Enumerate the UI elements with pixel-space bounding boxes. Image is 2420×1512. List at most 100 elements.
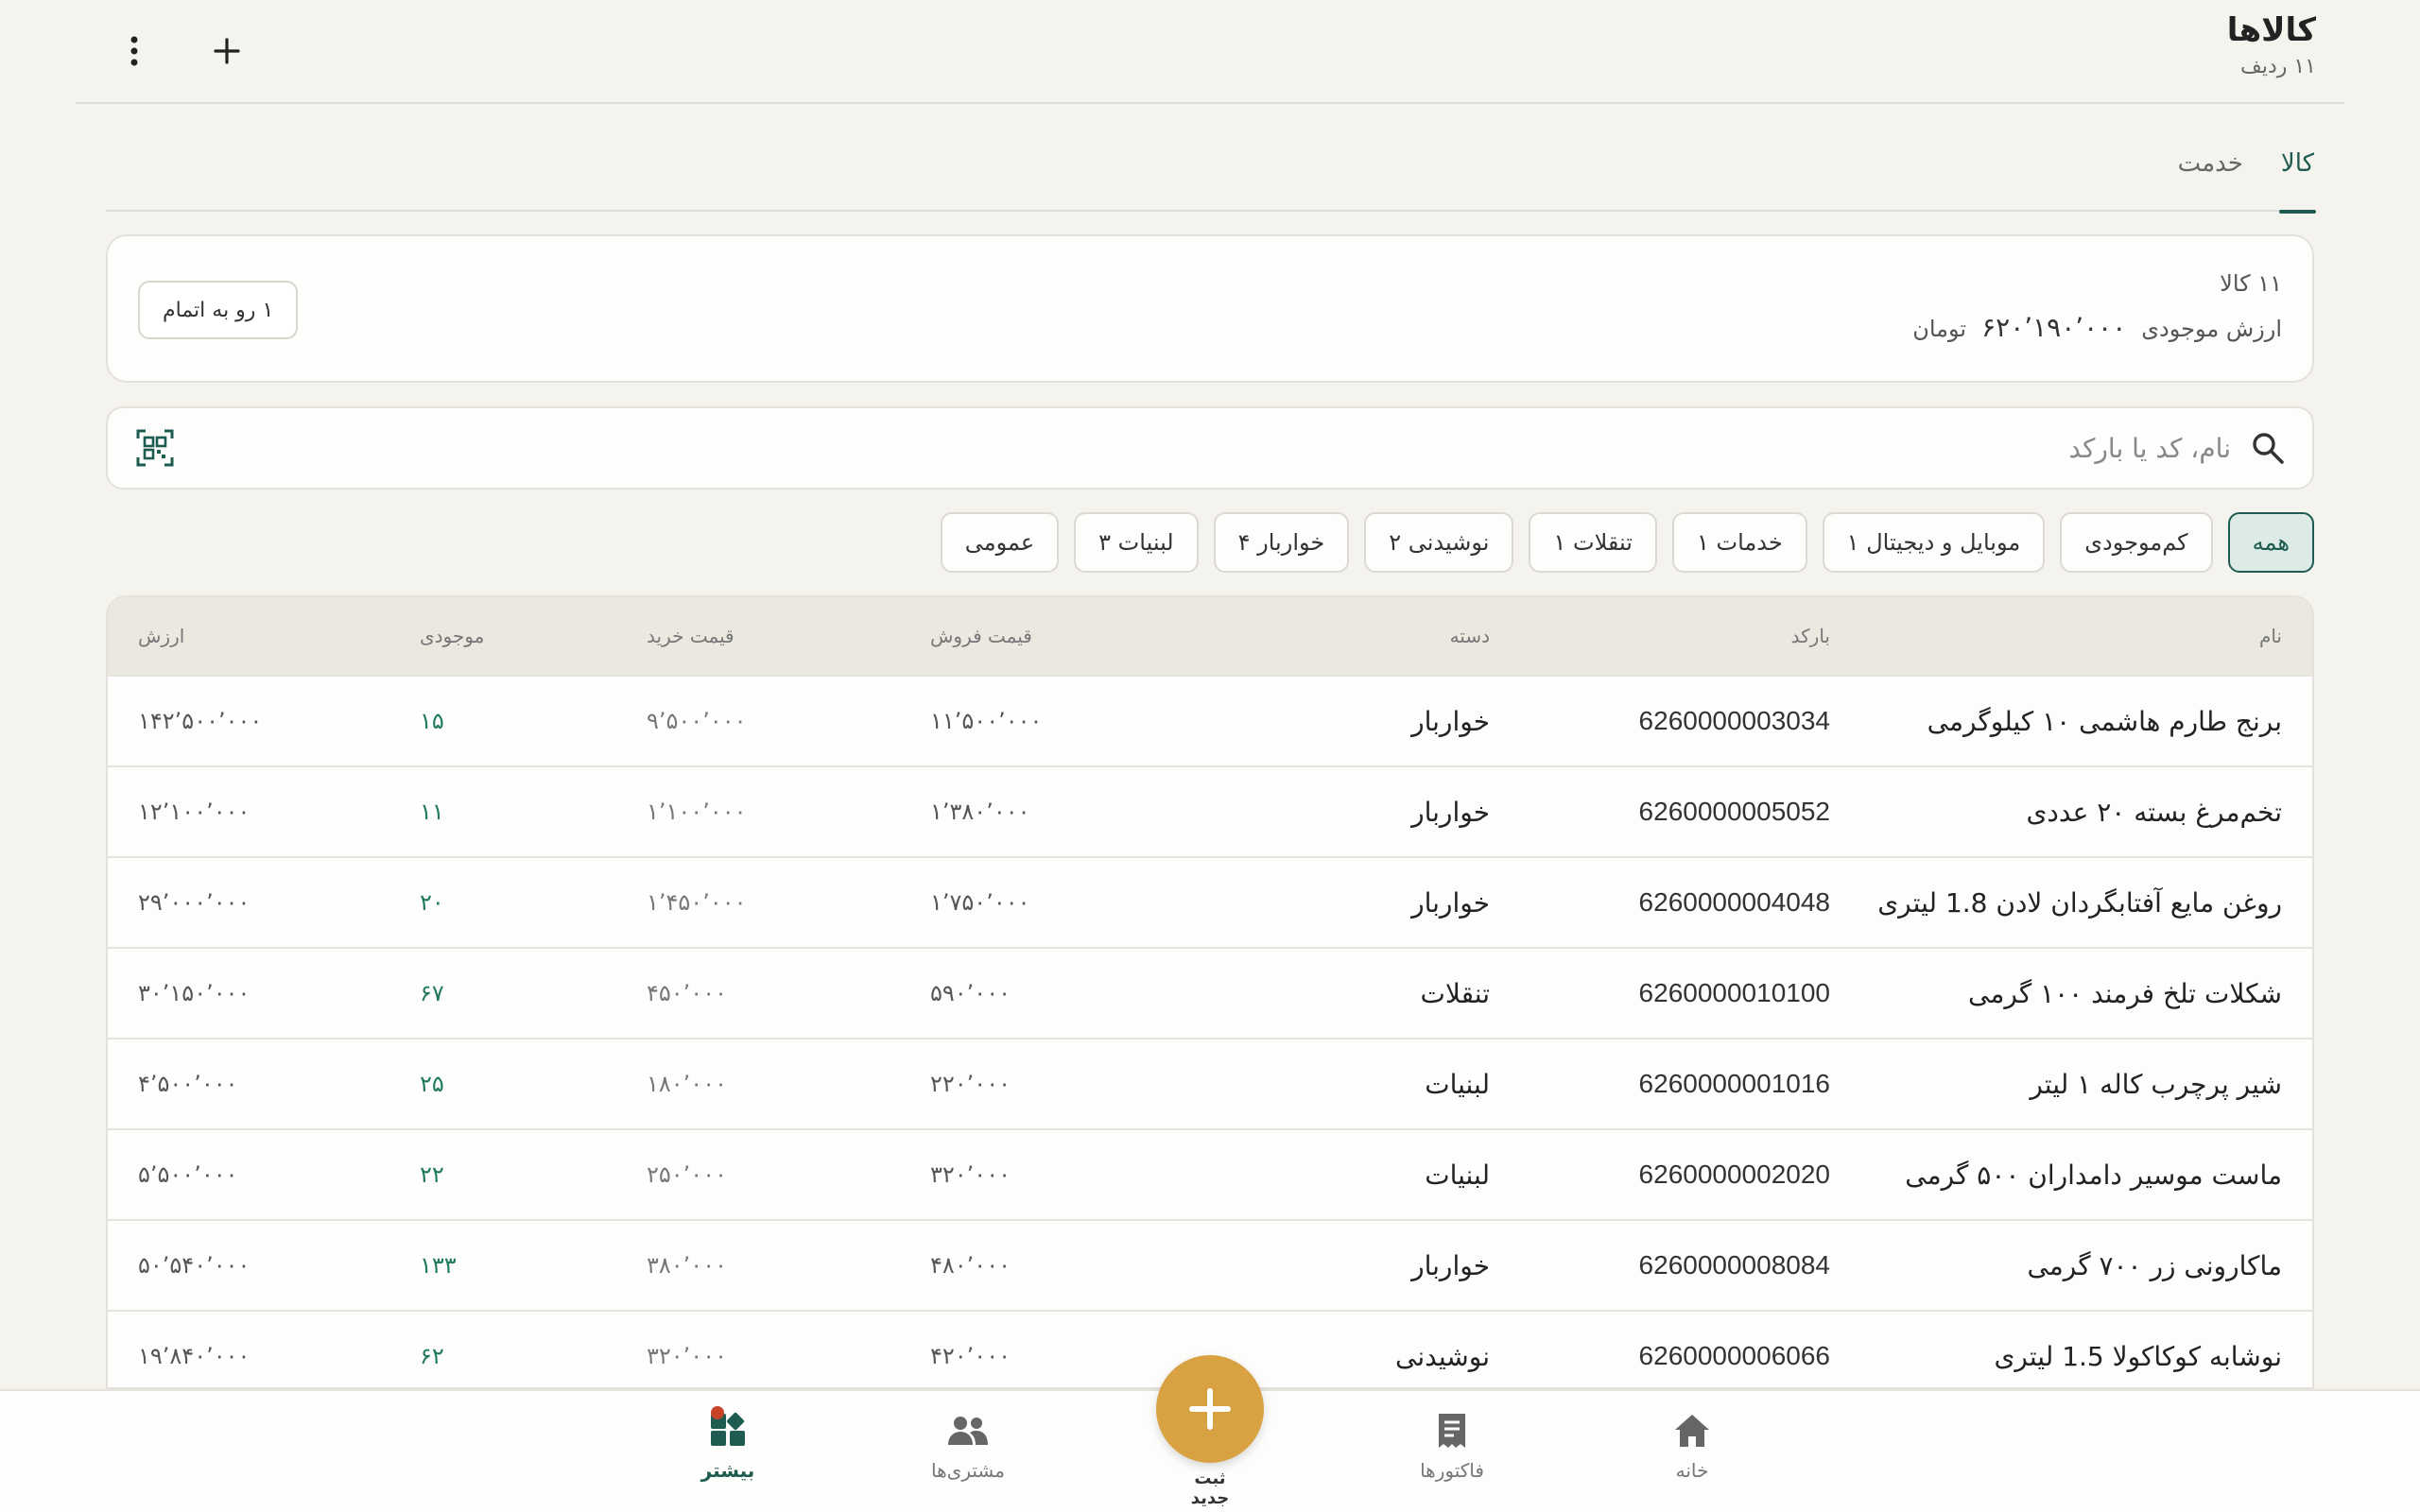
- cell-sell-price: ۱۱٬۵۰۰٬۰۰۰: [930, 708, 1043, 734]
- header-actions: [113, 30, 248, 72]
- cell-barcode: 6260000008084: [1638, 1250, 1830, 1280]
- chip-groceries[interactable]: خواربار ۴: [1213, 512, 1350, 573]
- category-filter-chips: همه کم‌موجودی موبایل و دیجیتال ۱ خدمات ۱…: [940, 512, 2314, 573]
- header-titles: کالاها ۱۱ ردیف: [2227, 11, 2316, 78]
- header-value[interactable]: ارزش: [138, 597, 184, 675]
- header-barcode[interactable]: بارکد: [1791, 597, 1830, 675]
- nav-new[interactable]: ثبت جدید: [1144, 1355, 1276, 1512]
- tab-goods[interactable]: کالا: [2278, 142, 2317, 214]
- new-record-fab[interactable]: [1156, 1355, 1264, 1463]
- table-row[interactable]: شیر پرچرب کاله ۱ لیتر 6260000001016 لبنی…: [108, 1038, 2312, 1128]
- notification-dot: [711, 1406, 724, 1419]
- chip-low-stock[interactable]: کم‌موجودی: [2060, 512, 2213, 573]
- chip-services[interactable]: خدمات ۱: [1671, 512, 1807, 573]
- chip-snacks[interactable]: تنقلات ۱: [1529, 512, 1657, 573]
- table-row[interactable]: شکلات تلخ فرمند ۱۰۰ گرمی 6260000010100 ت…: [108, 947, 2312, 1038]
- header-name[interactable]: نام: [2259, 597, 2282, 675]
- nav-more[interactable]: بیشتر: [662, 1406, 794, 1482]
- inventory-summary-card: ۱۱ کالا ارزش موجودی ۶۲۰٬۱۹۰٬۰۰۰ تومان ۱ …: [106, 234, 2314, 383]
- bottom-navigation: خانه فاکتورها ثبت جدید مشتری‌ها بیشتر: [0, 1355, 2420, 1512]
- cell-stock: ۲۲: [420, 1161, 444, 1188]
- products-table: نام بارکد دسته قیمت فروش قیمت خرید موجود…: [106, 595, 2314, 1389]
- cell-value: ۵۰٬۵۴۰٬۰۰۰: [138, 1252, 251, 1279]
- add-product-button[interactable]: [206, 30, 248, 72]
- cell-stock: ۶۷: [420, 980, 444, 1006]
- people-icon: [947, 1410, 989, 1452]
- nav-home[interactable]: خانه: [1626, 1410, 1758, 1482]
- header-category[interactable]: دسته: [1450, 597, 1490, 675]
- cell-stock: ۱۱: [420, 799, 444, 825]
- search-input[interactable]: [176, 432, 2231, 464]
- widgets-icon: [707, 1406, 749, 1452]
- cell-value: ۱۹٬۸۴۰٬۰۰۰: [138, 1343, 251, 1369]
- cell-buy-price: ۴۵۰٬۰۰۰: [647, 980, 727, 1006]
- more-menu-button[interactable]: [113, 30, 155, 72]
- cell-sell-price: ۲۲۰٬۰۰۰: [930, 1071, 1011, 1097]
- chip-all[interactable]: همه: [2227, 512, 2314, 573]
- cell-buy-price: ۹٬۵۰۰٬۰۰۰: [647, 708, 747, 734]
- qr-scan-icon: [136, 429, 174, 467]
- table-row[interactable]: ماست موسیر دامداران ۵۰۰ گرمی 62600000020…: [108, 1128, 2312, 1219]
- page-title: کالاها: [2226, 11, 2316, 49]
- cell-name: شیر پرچرب کاله ۱ لیتر: [2030, 1068, 2282, 1100]
- cell-name: تخم‌مرغ بسته ۲۰ عددی: [2026, 796, 2282, 828]
- chip-beverages[interactable]: نوشیدنی ۲: [1364, 512, 1514, 573]
- cell-barcode: 6260000002020: [1638, 1160, 1830, 1189]
- nav-customers-label: مشتری‌ها: [931, 1459, 1005, 1482]
- cell-value: ۴٬۵۰۰٬۰۰۰: [138, 1071, 238, 1097]
- cell-value: ۱۴۲٬۵۰۰٬۰۰۰: [138, 708, 263, 734]
- cell-name: ماست موسیر دامداران ۵۰۰ گرمی: [1905, 1159, 2282, 1191]
- plus-icon: [214, 38, 240, 64]
- chip-mobile-digital[interactable]: موبایل و دیجیتال ۱: [1822, 512, 2046, 573]
- cell-barcode: 6260000006066: [1638, 1341, 1830, 1370]
- table-header: نام بارکد دسته قیمت فروش قیمت خرید موجود…: [108, 597, 2312, 675]
- cell-barcode: 6260000005052: [1638, 797, 1830, 826]
- header-buy-price[interactable]: قیمت خرید: [647, 597, 735, 675]
- table-row[interactable]: ماکارونی زر ۷۰۰ گرمی 6260000008084 خوارب…: [108, 1219, 2312, 1310]
- receipt-icon: [1431, 1410, 1473, 1452]
- cell-category: خواربار: [1411, 886, 1490, 919]
- search-icon: [2253, 433, 2284, 464]
- cell-buy-price: ۱٬۴۵۰٬۰۰۰: [647, 889, 747, 916]
- table-row[interactable]: روغن مایع آفتابگردان لادن 1.8 لیتری 6260…: [108, 856, 2312, 947]
- cell-name: ماکارونی زر ۷۰۰ گرمی: [2027, 1249, 2282, 1281]
- more-vertical-icon: [130, 36, 138, 66]
- table-row[interactable]: برنج طارم هاشمی ۱۰ کیلوگرمی 626000000303…: [108, 675, 2312, 765]
- cell-barcode: 6260000004048: [1638, 887, 1830, 917]
- search-bar: [106, 406, 2314, 490]
- nav-invoices-label: فاکتورها: [1420, 1459, 1484, 1482]
- cell-barcode: 6260000003034: [1638, 706, 1830, 735]
- app-header: کالاها ۱۱ ردیف: [76, 0, 2344, 104]
- barcode-scan-button[interactable]: [134, 427, 176, 469]
- chip-general[interactable]: عمومی: [940, 512, 1060, 573]
- home-icon: [1671, 1410, 1713, 1452]
- cell-name: روغن مایع آفتابگردان لادن 1.8 لیتری: [1877, 886, 2282, 919]
- product-count: ۱۱ کالا: [2220, 270, 2282, 297]
- inventory-value-label: ارزش موجودی: [2141, 316, 2282, 342]
- nav-customers[interactable]: مشتری‌ها: [902, 1410, 1034, 1482]
- cell-name: شکلات تلخ فرمند ۱۰۰ گرمی: [1968, 977, 2282, 1009]
- chip-dairy[interactable]: لبنیات ۳: [1074, 512, 1199, 573]
- tab-services[interactable]: خدمت: [2178, 142, 2243, 212]
- cell-name: نوشابه کوکاکولا 1.5 لیتری: [1994, 1340, 2282, 1372]
- currency-label: تومان: [1912, 316, 1967, 342]
- cell-sell-price: ۴۸۰٬۰۰۰: [930, 1252, 1011, 1279]
- cell-sell-price: ۴۲۰٬۰۰۰: [930, 1343, 1011, 1369]
- cell-category: لبنیات: [1425, 1068, 1490, 1100]
- nav-more-label: بیشتر: [700, 1459, 755, 1482]
- header-stock[interactable]: موجودی: [420, 597, 484, 675]
- cell-buy-price: ۱٬۱۰۰٬۰۰۰: [647, 799, 747, 825]
- cell-stock: ۲۵: [420, 1071, 444, 1097]
- cell-stock: ۲۰: [420, 889, 444, 916]
- table-row[interactable]: تخم‌مرغ بسته ۲۰ عددی 6260000005052 خوارب…: [108, 765, 2312, 856]
- cell-name: برنج طارم هاشمی ۱۰ کیلوگرمی: [1927, 705, 2282, 737]
- nav-invoices[interactable]: فاکتورها: [1386, 1410, 1518, 1482]
- low-stock-button[interactable]: ۱ رو به اتمام: [138, 281, 299, 339]
- header-sell-price[interactable]: قیمت فروش: [930, 597, 1032, 675]
- cell-barcode: 6260000010100: [1638, 978, 1830, 1007]
- cell-stock: ۱۵: [420, 708, 444, 734]
- cell-stock: ۶۲: [420, 1343, 444, 1369]
- cell-value: ۲۹٬۰۰۰٬۰۰۰: [138, 889, 251, 916]
- cell-sell-price: ۵۹۰٬۰۰۰: [930, 980, 1011, 1006]
- cell-sell-price: ۳۲۰٬۰۰۰: [930, 1161, 1011, 1188]
